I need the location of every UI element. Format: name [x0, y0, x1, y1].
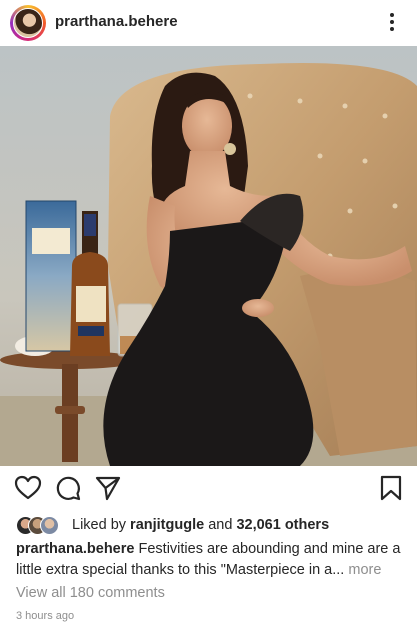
likes-count[interactable]: 32,061 others [236, 517, 329, 533]
heart-icon[interactable] [14, 474, 42, 502]
comment-icon[interactable] [54, 474, 82, 502]
liker-avatar [40, 516, 59, 535]
post-username[interactable]: prarthana.behere [55, 13, 178, 30]
liker-username[interactable]: ranjitgugle [130, 517, 204, 533]
bookmark-icon[interactable] [377, 474, 405, 502]
post-image[interactable] [0, 46, 417, 466]
post-header: prarthana.behere [0, 0, 417, 46]
caption-username[interactable]: prarthana.behere [16, 541, 134, 557]
likes-row: Liked by ranjitgugle and 32,061 others [16, 514, 329, 536]
action-bar [0, 472, 417, 506]
avatar[interactable] [10, 5, 46, 41]
view-comments-link[interactable]: View all 180 comments [16, 585, 165, 601]
more-options-icon[interactable] [380, 8, 404, 36]
post-caption: prarthana.behere Festivities are aboundi… [16, 539, 406, 581]
avatar-image [13, 8, 43, 38]
liker-avatars[interactable] [16, 515, 62, 535]
likes-connector: and [208, 517, 233, 533]
caption-more-link[interactable]: more [348, 562, 381, 578]
likes-prefix: Liked by [72, 517, 127, 533]
share-icon[interactable] [94, 474, 122, 502]
post-timestamp: 3 hours ago [16, 610, 75, 622]
